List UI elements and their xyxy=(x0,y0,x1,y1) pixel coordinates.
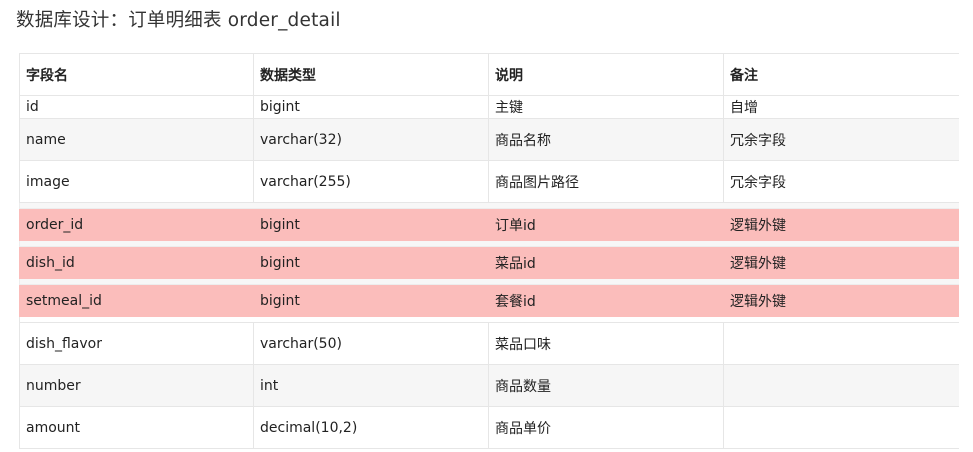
page-title: 数据库设计：订单明细表 order_detail xyxy=(16,10,341,31)
table-row-highlighted: setmeal_id bigint 套餐id 逻辑外键 xyxy=(19,284,959,317)
schema-table: 字段名 数据类型 说明 备注 id bigint 主键 自增 name varc… xyxy=(19,53,959,449)
cell-note: 逻辑外键 xyxy=(723,246,959,279)
cell-type: varchar(32) xyxy=(253,118,489,161)
table-header-row: 字段名 数据类型 说明 备注 xyxy=(19,53,959,96)
cell-field: dish_flavor xyxy=(19,322,254,365)
cell-field: dish_id xyxy=(19,246,254,279)
cell-field: order_id xyxy=(19,208,254,241)
cell-type: decimal(10,2) xyxy=(253,406,489,449)
table-row: amount decimal(10,2) 商品单价 xyxy=(19,406,959,449)
table-row: id bigint 主键 自增 xyxy=(19,95,959,119)
header-description: 说明 xyxy=(488,53,724,96)
cell-desc: 商品名称 xyxy=(488,118,724,161)
cell-field: name xyxy=(19,118,254,161)
cell-desc: 订单id xyxy=(488,208,724,241)
table-row-highlighted: order_id bigint 订单id 逻辑外键 xyxy=(19,208,959,241)
table-row-highlighted: dish_id bigint 菜品id 逻辑外键 xyxy=(19,246,959,279)
table-row: dish_flavor varchar(50) 菜品口味 xyxy=(19,322,959,365)
cell-type: bigint xyxy=(253,246,489,279)
cell-desc: 商品图片路径 xyxy=(488,160,724,203)
header-field-name: 字段名 xyxy=(19,53,254,96)
cell-type: bigint xyxy=(253,284,489,317)
cell-field: id xyxy=(19,95,254,119)
cell-desc: 商品单价 xyxy=(488,406,724,449)
cell-note xyxy=(723,364,959,407)
cell-type: bigint xyxy=(253,95,489,119)
table-row: name varchar(32) 商品名称 冗余字段 xyxy=(19,118,959,161)
cell-desc: 主键 xyxy=(488,95,724,119)
cell-field: setmeal_id xyxy=(19,284,254,317)
cell-type: int xyxy=(253,364,489,407)
cell-field: amount xyxy=(19,406,254,449)
cell-note xyxy=(723,406,959,449)
cell-field: image xyxy=(19,160,254,203)
cell-note: 逻辑外键 xyxy=(723,208,959,241)
cell-desc: 商品数量 xyxy=(488,364,724,407)
table-row: image varchar(255) 商品图片路径 冗余字段 xyxy=(19,160,959,203)
header-data-type: 数据类型 xyxy=(253,53,489,96)
cell-note: 逻辑外键 xyxy=(723,284,959,317)
schema-table-container: 字段名 数据类型 说明 备注 id bigint 主键 自增 name varc… xyxy=(19,53,959,452)
cell-note: 冗余字段 xyxy=(723,160,959,203)
cell-desc: 套餐id xyxy=(488,284,724,317)
cell-desc: 菜品id xyxy=(488,246,724,279)
cell-note xyxy=(723,322,959,365)
cell-note: 冗余字段 xyxy=(723,118,959,161)
header-remark: 备注 xyxy=(723,53,959,96)
cell-note: 自增 xyxy=(723,95,959,119)
cell-desc: 菜品口味 xyxy=(488,322,724,365)
cell-type: varchar(255) xyxy=(253,160,489,203)
cell-type: varchar(50) xyxy=(253,322,489,365)
cell-field: number xyxy=(19,364,254,407)
cell-type: bigint xyxy=(253,208,489,241)
table-row: number int 商品数量 xyxy=(19,364,959,407)
